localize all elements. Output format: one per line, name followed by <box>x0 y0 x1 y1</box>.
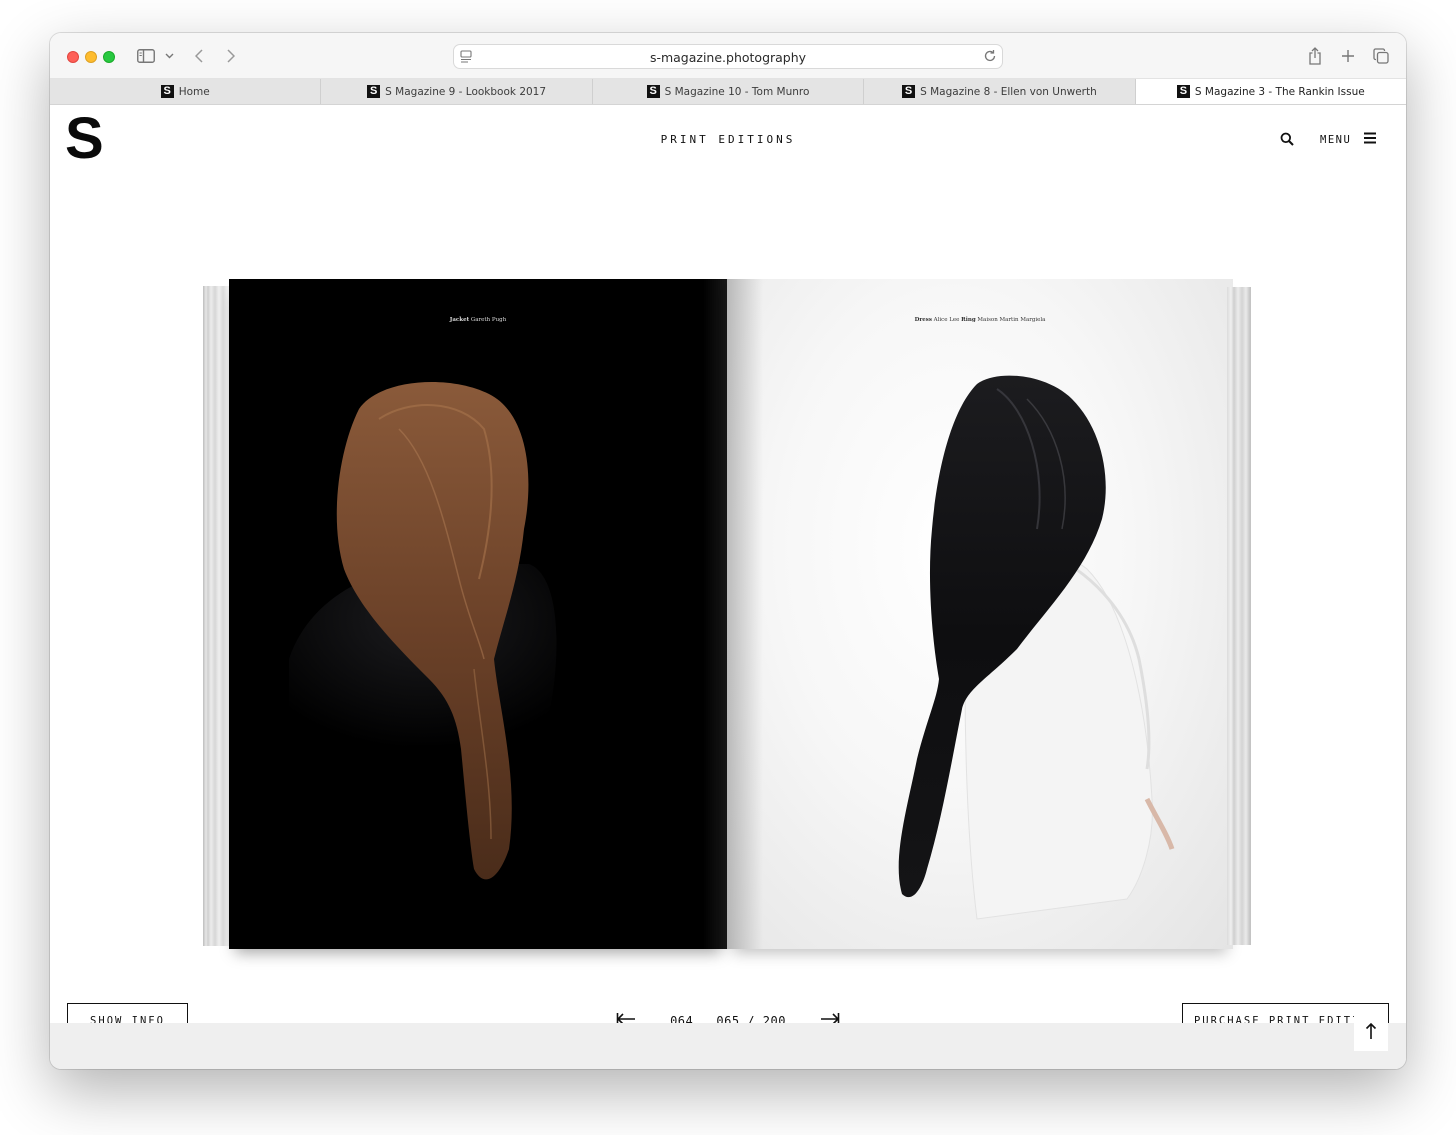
brown-hair-photo <box>289 382 557 880</box>
close-window-button[interactable] <box>67 51 79 63</box>
s-favicon-icon: S <box>646 85 660 98</box>
tab-s-magazine-8[interactable]: S S Magazine 8 - Ellen von Unwerth <box>864 79 1136 104</box>
tab-s-magazine-10[interactable]: S S Magazine 10 - Tom Munro <box>593 79 865 104</box>
s-favicon-icon: S <box>1176 85 1190 98</box>
hamburger-icon <box>1364 132 1377 147</box>
tab-label: S Magazine 3 - The Rankin Issue <box>1194 85 1365 98</box>
tab-s-magazine-3[interactable]: S S Magazine 3 - The Rankin Issue <box>1135 79 1406 104</box>
magazine-spread[interactable]: Jacket Gareth Pugh Dress Alice Lee Ring … <box>203 279 1253 959</box>
browser-toolbar: s-magazine.photography <box>50 33 1406 79</box>
forward-icon[interactable] <box>224 45 238 67</box>
tab-label: Home <box>178 85 210 98</box>
minimize-window-button[interactable] <box>85 51 97 63</box>
tab-home[interactable]: S Home <box>50 79 322 104</box>
share-icon[interactable] <box>1306 45 1324 67</box>
black-hair-photo <box>898 375 1175 920</box>
scroll-to-top-button[interactable] <box>1354 1015 1388 1051</box>
chevron-down-icon[interactable] <box>163 45 175 67</box>
tab-bar: S Home S S Magazine 9 - Lookbook 2017 S S M… <box>50 79 1406 105</box>
search-icon[interactable] <box>1280 132 1294 151</box>
magazine-page-left: Jacket Gareth Pugh <box>229 279 727 949</box>
s-favicon-icon: S <box>902 85 916 98</box>
browser-window: s-magazine.photography S Home S S Magazine… <box>50 33 1406 1069</box>
back-icon[interactable] <box>192 45 206 67</box>
web-page: S PRINT EDITIONS MENU Jacket Gareth Pugh <box>50 105 1406 1039</box>
s-favicon-icon: S <box>160 85 174 98</box>
zoom-window-button[interactable] <box>103 51 115 63</box>
s-favicon-icon: S <box>367 85 381 98</box>
page-title: PRINT EDITIONS <box>660 133 796 146</box>
sidebar-toggle-icon[interactable] <box>136 45 156 67</box>
arrow-up-icon <box>1365 1022 1377 1045</box>
magazine-page-right: Dress Alice Lee Ring Maison Martin Margi… <box>727 279 1233 949</box>
tab-label: S Magazine 10 - Tom Munro <box>664 85 810 98</box>
reload-icon[interactable] <box>983 49 997 68</box>
tab-s-magazine-9[interactable]: S S Magazine 9 - Lookbook 2017 <box>321 79 593 104</box>
address-url[interactable]: s-magazine.photography <box>454 50 1002 65</box>
address-bar[interactable]: s-magazine.photography <box>453 44 1003 69</box>
tab-overview-icon[interactable] <box>1372 45 1390 67</box>
page-edges-left <box>203 286 231 946</box>
page-edges-right <box>1227 287 1251 945</box>
menu-button[interactable]: MENU <box>1320 132 1377 147</box>
page-bottom-strip <box>50 1023 1406 1069</box>
new-tab-icon[interactable] <box>1339 45 1357 67</box>
tab-label: S Magazine 8 - Ellen von Unwerth <box>920 85 1097 98</box>
tab-label: S Magazine 9 - Lookbook 2017 <box>385 85 547 98</box>
menu-label: MENU <box>1320 133 1352 146</box>
